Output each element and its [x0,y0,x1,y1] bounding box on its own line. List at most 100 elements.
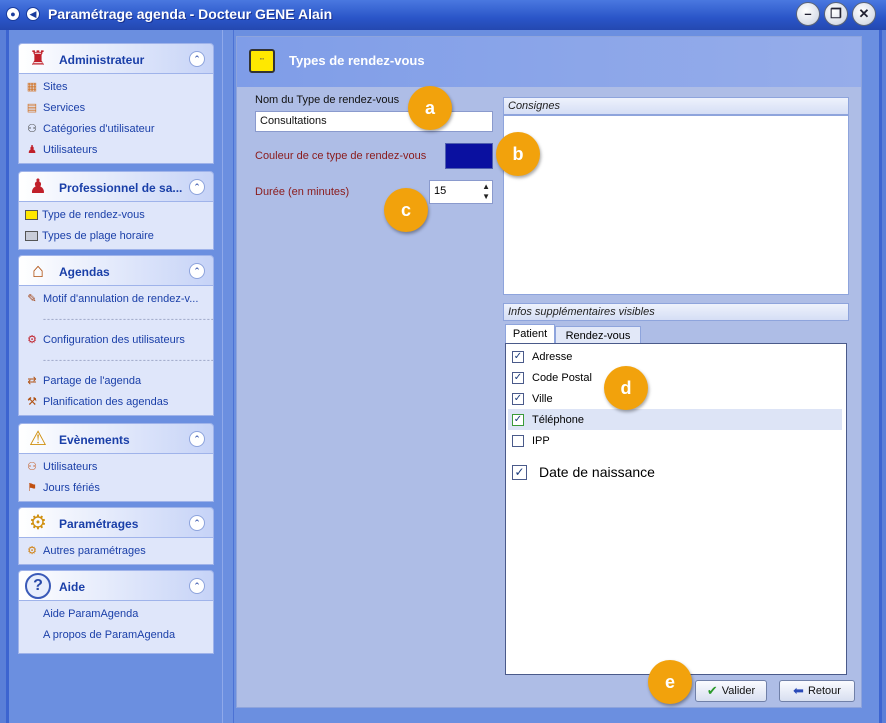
collapse-chevron-icon[interactable]: ⌃ [189,578,205,594]
admin-user-icon: ♜ [29,48,47,70]
checkbox-row-date-naissance[interactable]: ✓ Date de naissance [508,460,842,484]
tab-patient[interactable]: Patient [505,324,555,344]
group-body: ⚇ Utilisateurs ⚑ Jours fériés [18,454,214,502]
page-title: Types de rendez-vous [289,53,425,68]
close-button[interactable]: ✕ [852,2,876,26]
spin-up-icon[interactable]: ▲ [482,182,490,191]
user-config-icon: ⚙ [27,333,37,346]
collapse-chevron-icon[interactable]: ⌃ [189,179,205,195]
checkbox-row-telephone[interactable]: ✓ Téléphone [508,409,842,430]
group-title: Agendas [59,265,110,279]
name-label: Nom du Type de rendez-vous [255,94,400,106]
tab-rendez-vous[interactable]: Rendez-vous [555,326,641,344]
sidebar-item-motif-annulation[interactable]: ✎ Motif d'annulation de rendez-v... [19,288,213,309]
sidebar: ♜ Administrateur ⌃ ▦ Sites ▤ Services ⚇ Cat… [18,43,214,654]
checkbox-row-ville[interactable]: ✓ Ville [508,388,842,409]
checkbox-date-naissance[interactable]: ✓ [512,464,527,480]
panel-splitter[interactable] [222,30,234,723]
main-header: ▪▪▪ Types de rendez-vous [237,37,861,87]
sidebar-item-sites[interactable]: ▦ Sites [19,76,213,97]
rdv-type-icon [25,209,38,220]
group-professionnel: ♟ Professionnel de sa... ⌃ Type de rende… [18,171,214,250]
share-icon: ⇄ [27,374,37,387]
collapse-chevron-icon[interactable]: ⌃ [189,51,205,67]
group-head-aide[interactable]: ? Aide ⌃ [18,570,214,601]
window-title: Paramétrage agenda - Docteur GENE Alain [48,6,333,22]
group-head-parametrages[interactable]: ⚙ Paramétrages ⌃ [18,507,214,538]
group-title: Evènements [59,433,130,447]
group-aide: ? Aide ⌃ Aide ParamAgenda A propos de Pa… [18,570,214,654]
group-title: Administrateur [59,53,145,67]
spin-down-icon[interactable]: ▼ [482,192,490,201]
system-menu-icon[interactable]: ● [6,7,20,21]
validate-button[interactable]: ✔ Valider [695,680,767,702]
group-head-professionnel[interactable]: ♟ Professionnel de sa... ⌃ [18,171,214,202]
separator: ----------------------------------------… [43,314,213,324]
minimize-button[interactable]: – [796,2,820,26]
checkbox-telephone[interactable]: ✓ [512,413,524,426]
cancel-reason-icon: ✎ [27,292,37,305]
sites-icon: ▦ [26,80,38,93]
sidebar-item-planification[interactable]: ⚒ Planification des agendas [19,391,213,412]
checkmark-icon: ✔ [706,683,718,698]
duration-stepper[interactable]: 15 ▲ ▼ [429,180,493,204]
checkbox-row-ipp[interactable]: IPP [508,430,842,451]
checkbox-row-code-postal[interactable]: ✓ Code Postal [508,367,842,388]
restore-button[interactable]: ❐ [824,2,848,26]
sidebar-item-event-utilisateurs[interactable]: ⚇ Utilisateurs [19,456,213,477]
group-agendas: ⌂ Agendas ⌃ ✎ Motif d'annulation de rende… [18,255,214,416]
back-arrow-icon: ⬅ [793,683,804,698]
group-body: ▦ Sites ▤ Services ⚇ Catégories d'utilisate… [18,74,214,164]
sidebar-item-categories[interactable]: ⚇ Catégories d'utilisateur [19,118,213,139]
name-input[interactable]: Consultations [255,111,493,132]
time-slot-icon [25,230,38,241]
checkbox-ipp[interactable] [512,434,524,447]
services-icon: ▤ [26,101,38,114]
group-parametrages: ⚙ Paramétrages ⌃ ⚙ Autres paramétrages [18,507,214,565]
group-head-agendas[interactable]: ⌂ Agendas ⌃ [18,255,214,286]
sidebar-item-a-propos[interactable]: A propos de ParamAgenda [19,624,213,645]
sidebar-item-autres-parametrages[interactable]: ⚙ Autres paramétrages [19,540,213,561]
collapse-chevron-icon[interactable]: ⌃ [189,263,205,279]
checkbox-adresse[interactable]: ✓ [512,350,524,363]
annotation-badge-b: b [496,132,540,176]
agenda-icon: ⌂ [31,260,45,282]
group-title: Professionnel de sa... [59,181,183,195]
group-head-administrateur[interactable]: ♜ Administrateur ⌃ [18,43,214,74]
event-users-icon: ⚇ [27,460,37,473]
group-evenements: ⚠ Evènements ⌃ ⚇ Utilisateurs ⚑ Jours féri… [18,423,214,502]
sidebar-item-config-utilisateurs[interactable]: ⚙ Configuration des utilisateurs [19,329,213,350]
group-body: ⚙ Autres paramétrages [18,538,214,565]
sidebar-item-partage[interactable]: ⇄ Partage de l'agenda [19,370,213,391]
settings-icon: ⚙ [29,512,47,534]
consignes-textarea[interactable] [503,115,849,295]
professional-user-icon: ♟ [29,176,47,198]
checkbox-row-adresse[interactable]: ✓ Adresse [508,346,842,367]
title-bar: ● ◀ Paramétrage agenda - Docteur GENE Al… [0,0,886,30]
back-nav-icon[interactable]: ◀ [26,7,40,21]
back-button[interactable]: ⬅ Retour [779,680,855,702]
sidebar-item-jours-feries[interactable]: ⚑ Jours fériés [19,477,213,498]
sidebar-item-services[interactable]: ▤ Services [19,97,213,118]
user-icon: ♟ [27,143,37,156]
collapse-chevron-icon[interactable]: ⌃ [189,431,205,447]
group-body: Type de rendez-vous Types de plage horai… [18,202,214,250]
group-head-evenements[interactable]: ⚠ Evènements ⌃ [18,423,214,454]
group-body: Aide ParamAgenda A propos de ParamAgenda [18,601,214,654]
sidebar-item-type-rdv[interactable]: Type de rendez-vous [19,204,213,225]
separator: ----------------------------------------… [43,355,213,365]
collapse-chevron-icon[interactable]: ⌃ [189,515,205,531]
holidays-icon: ⚑ [27,481,37,494]
other-settings-icon: ⚙ [27,544,37,557]
checkbox-ville[interactable]: ✓ [512,392,524,405]
color-label: Couleur de ce type de rendez-vous [255,150,427,162]
help-icon: ? [25,573,51,599]
group-administrateur: ♜ Administrateur ⌃ ▦ Sites ▤ Services ⚇ Cat… [18,43,214,164]
sidebar-item-utilisateurs[interactable]: ♟ Utilisateurs [19,139,213,160]
checkbox-code-postal[interactable]: ✓ [512,371,524,384]
color-swatch[interactable] [445,143,493,169]
annotation-badge-a: a [408,86,452,130]
sidebar-item-plage-horaire[interactable]: Types de plage horaire [19,225,213,246]
infos-header: Infos supplémentaires visibles [503,303,849,321]
sidebar-item-aide[interactable]: Aide ParamAgenda [19,603,213,624]
